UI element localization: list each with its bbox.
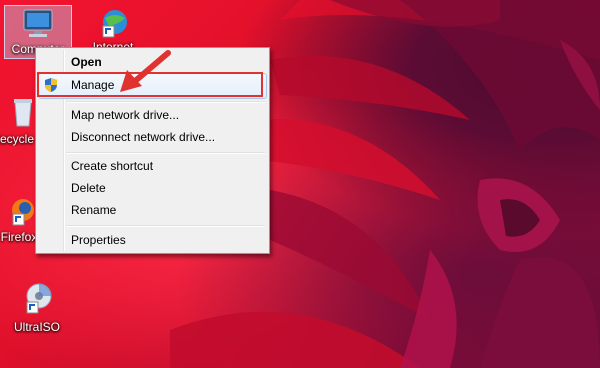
menu-item-label: Create shortcut [71, 159, 154, 173]
menu-item-label: Open [71, 55, 102, 69]
desktop-icon-ultraiso[interactable]: UltraISO [4, 282, 70, 334]
menu-item-disconnect-network-drive[interactable]: Disconnect network drive... [38, 126, 267, 148]
desktop-icon-internet[interactable]: Internet [80, 6, 146, 54]
menu-item-create-shortcut[interactable]: Create shortcut [38, 155, 267, 177]
menu-item-properties[interactable]: Properties [38, 229, 267, 251]
desktop-icon-label: UltraISO [13, 320, 60, 334]
menu-item-delete[interactable]: Delete [38, 177, 267, 199]
menu-separator [66, 101, 265, 103]
menu-separator [66, 152, 265, 154]
computer-icon [20, 6, 56, 42]
menu-item-label: Delete [71, 181, 106, 195]
menu-item-map-network-drive[interactable]: Map network drive... [38, 104, 267, 126]
menu-item-label: Properties [71, 233, 126, 247]
ultraiso-shortcut-icon [19, 282, 55, 318]
internet-shortcut-icon [95, 6, 131, 42]
menu-item-label: Map network drive... [71, 108, 180, 122]
annotation-arrow-icon [120, 50, 171, 92]
menu-separator [66, 225, 265, 227]
menu-item-label: Disconnect network drive... [71, 130, 216, 144]
firefox-shortcut-icon [1, 196, 37, 232]
menu-item-rename[interactable]: Rename [38, 199, 267, 221]
menu-item-label: Rename [71, 203, 117, 217]
